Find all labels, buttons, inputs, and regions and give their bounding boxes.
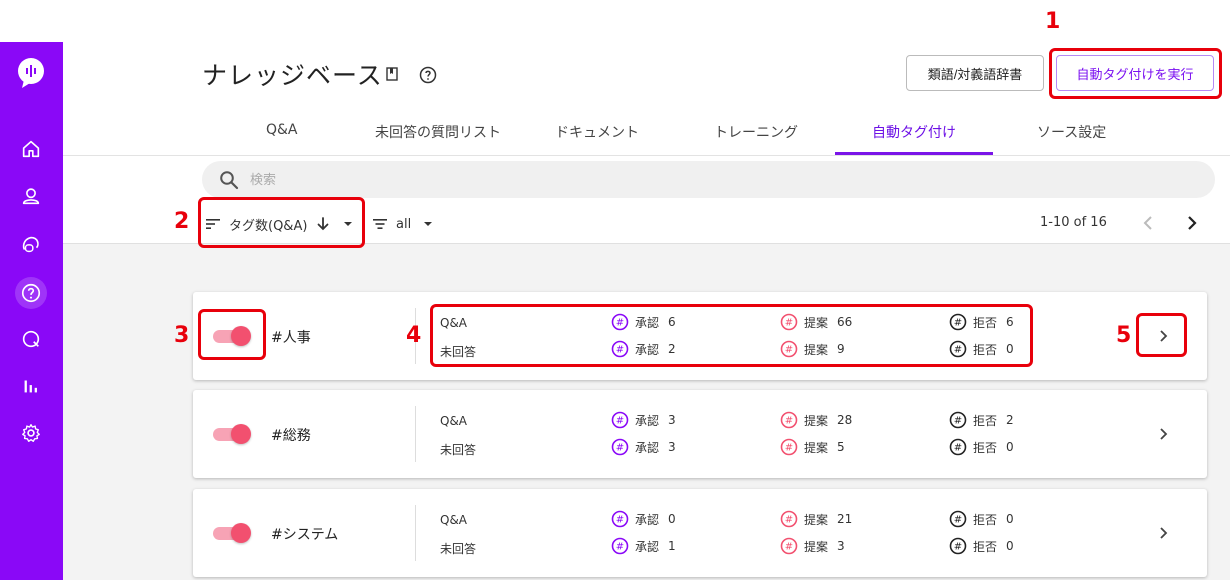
annotation-box-4 bbox=[430, 304, 1033, 367]
annotation-number-1: 1 bbox=[1045, 9, 1061, 34]
qa-reject-stat: # 拒否 0 bbox=[949, 510, 1014, 528]
qa-approve-stat: # 承認 3 bbox=[611, 411, 676, 429]
svg-text:#: # bbox=[616, 443, 624, 454]
hashtag-icon: # bbox=[611, 537, 629, 555]
svg-text:#: # bbox=[954, 515, 962, 526]
tabs-divider bbox=[63, 155, 1230, 156]
unanswered-reject-stat: # 拒否 0 bbox=[949, 438, 1014, 456]
qa-suggest-stat: # 提案 21 bbox=[780, 510, 852, 528]
tab-unanswered-list[interactable]: 未回答の質問リスト bbox=[375, 122, 501, 142]
chevron-right-icon[interactable] bbox=[1184, 213, 1200, 233]
unanswered-approve-stat: # 承認 3 bbox=[611, 438, 676, 456]
logo-icon[interactable] bbox=[16, 56, 46, 90]
analytics-icon[interactable] bbox=[17, 372, 45, 400]
hashtag-icon: # bbox=[949, 411, 967, 429]
annotation-number-3: 3 bbox=[174, 323, 190, 348]
hashtag-icon: # bbox=[780, 438, 798, 456]
hashtag-icon: # bbox=[780, 510, 798, 528]
tab-training[interactable]: トレーニング bbox=[714, 122, 798, 142]
qa-row-label: Q&A bbox=[440, 414, 468, 428]
card-divider bbox=[415, 406, 416, 462]
annotation-box-5 bbox=[1136, 313, 1187, 357]
qa-reject-stat: # 拒否 2 bbox=[949, 411, 1014, 429]
filter-label: all bbox=[396, 216, 412, 232]
book-icon[interactable] bbox=[384, 66, 400, 82]
pagination-range: 1-10 of 16 bbox=[1040, 215, 1107, 230]
tab-documents[interactable]: ドキュメント bbox=[555, 122, 639, 142]
hashtag-icon: # bbox=[780, 537, 798, 555]
chevron-right-icon[interactable] bbox=[1156, 523, 1172, 543]
tag-name: #総務 bbox=[271, 428, 311, 444]
hashtag-icon: # bbox=[949, 537, 967, 555]
user-icon[interactable] bbox=[17, 182, 45, 210]
home-icon[interactable] bbox=[17, 135, 45, 163]
sidebar bbox=[0, 42, 63, 580]
svg-text:#: # bbox=[616, 542, 624, 553]
tag-card: #システム Q&A 未回答 # 承認 0 # 提案 21 # 拒否 0 # 承認 1 #… bbox=[193, 489, 1207, 577]
hashtag-icon: # bbox=[780, 411, 798, 429]
hashtag-icon: # bbox=[611, 510, 629, 528]
annotation-number-5: 5 bbox=[1116, 323, 1132, 348]
hashtag-icon: # bbox=[611, 411, 629, 429]
synonym-dictionary-button[interactable]: 類語/対義語辞書 bbox=[906, 55, 1044, 91]
unanswered-reject-stat: # 拒否 0 bbox=[949, 537, 1014, 555]
tag-card: #総務 Q&A 未回答 # 承認 3 # 提案 28 # 拒否 2 # 承認 3 # 提… bbox=[193, 390, 1207, 478]
svg-text:#: # bbox=[954, 416, 962, 427]
settings-icon[interactable] bbox=[17, 419, 45, 447]
annotation-box-3 bbox=[198, 309, 266, 360]
svg-text:#: # bbox=[616, 515, 624, 526]
search-icon bbox=[219, 170, 239, 190]
svg-text:#: # bbox=[954, 443, 962, 454]
tag-name: #システム bbox=[271, 527, 339, 543]
svg-text:#: # bbox=[616, 416, 624, 427]
unanswered-suggest-stat: # 提案 3 bbox=[780, 537, 845, 555]
svg-text:#: # bbox=[785, 416, 793, 427]
tab-qa[interactable]: Q&A bbox=[266, 122, 298, 138]
chat-icon[interactable] bbox=[17, 230, 45, 258]
unanswered-approve-stat: # 承認 1 bbox=[611, 537, 676, 555]
dropdown-caret-icon bbox=[424, 222, 433, 226]
tab-autotag[interactable]: 自動タグ付け bbox=[872, 122, 956, 142]
annotation-box-1 bbox=[1049, 48, 1222, 99]
page-title: ナレッジベース bbox=[202, 61, 383, 90]
tab-bar: Q&A 未回答の質問リスト ドキュメント トレーニング 自動タグ付け ソース設定 bbox=[200, 106, 1230, 156]
tab-source-settings[interactable]: ソース設定 bbox=[1037, 122, 1106, 142]
qa-approve-stat: # 承認 0 bbox=[611, 510, 676, 528]
svg-text:#: # bbox=[954, 542, 962, 553]
search-chat-icon[interactable] bbox=[17, 325, 45, 353]
filter-selector[interactable]: all bbox=[372, 212, 433, 236]
svg-text:#: # bbox=[785, 443, 793, 454]
filter-icon bbox=[373, 219, 387, 229]
question-icon[interactable] bbox=[15, 277, 47, 309]
tag-name: #人事 bbox=[271, 330, 311, 346]
unanswered-row-label: 未回答 bbox=[440, 443, 477, 457]
annotation-number-4: 4 bbox=[406, 323, 422, 348]
svg-text:#: # bbox=[785, 515, 793, 526]
annotation-number-2: 2 bbox=[174, 209, 190, 234]
tag-toggle[interactable] bbox=[213, 523, 251, 543]
tag-toggle[interactable] bbox=[213, 424, 251, 444]
qa-row-label: Q&A bbox=[440, 513, 468, 527]
hashtag-icon: # bbox=[949, 510, 967, 528]
unanswered-row-label: 未回答 bbox=[440, 542, 477, 556]
hashtag-icon: # bbox=[949, 438, 967, 456]
annotation-box-2 bbox=[198, 197, 365, 248]
unanswered-suggest-stat: # 提案 5 bbox=[780, 438, 845, 456]
qa-suggest-stat: # 提案 28 bbox=[780, 411, 852, 429]
help-icon[interactable] bbox=[419, 66, 437, 84]
chevron-left-icon[interactable] bbox=[1140, 213, 1156, 233]
search-input[interactable] bbox=[250, 170, 1150, 190]
hashtag-icon: # bbox=[611, 438, 629, 456]
svg-text:#: # bbox=[785, 542, 793, 553]
chevron-right-icon[interactable] bbox=[1156, 424, 1172, 444]
card-divider bbox=[415, 505, 416, 561]
